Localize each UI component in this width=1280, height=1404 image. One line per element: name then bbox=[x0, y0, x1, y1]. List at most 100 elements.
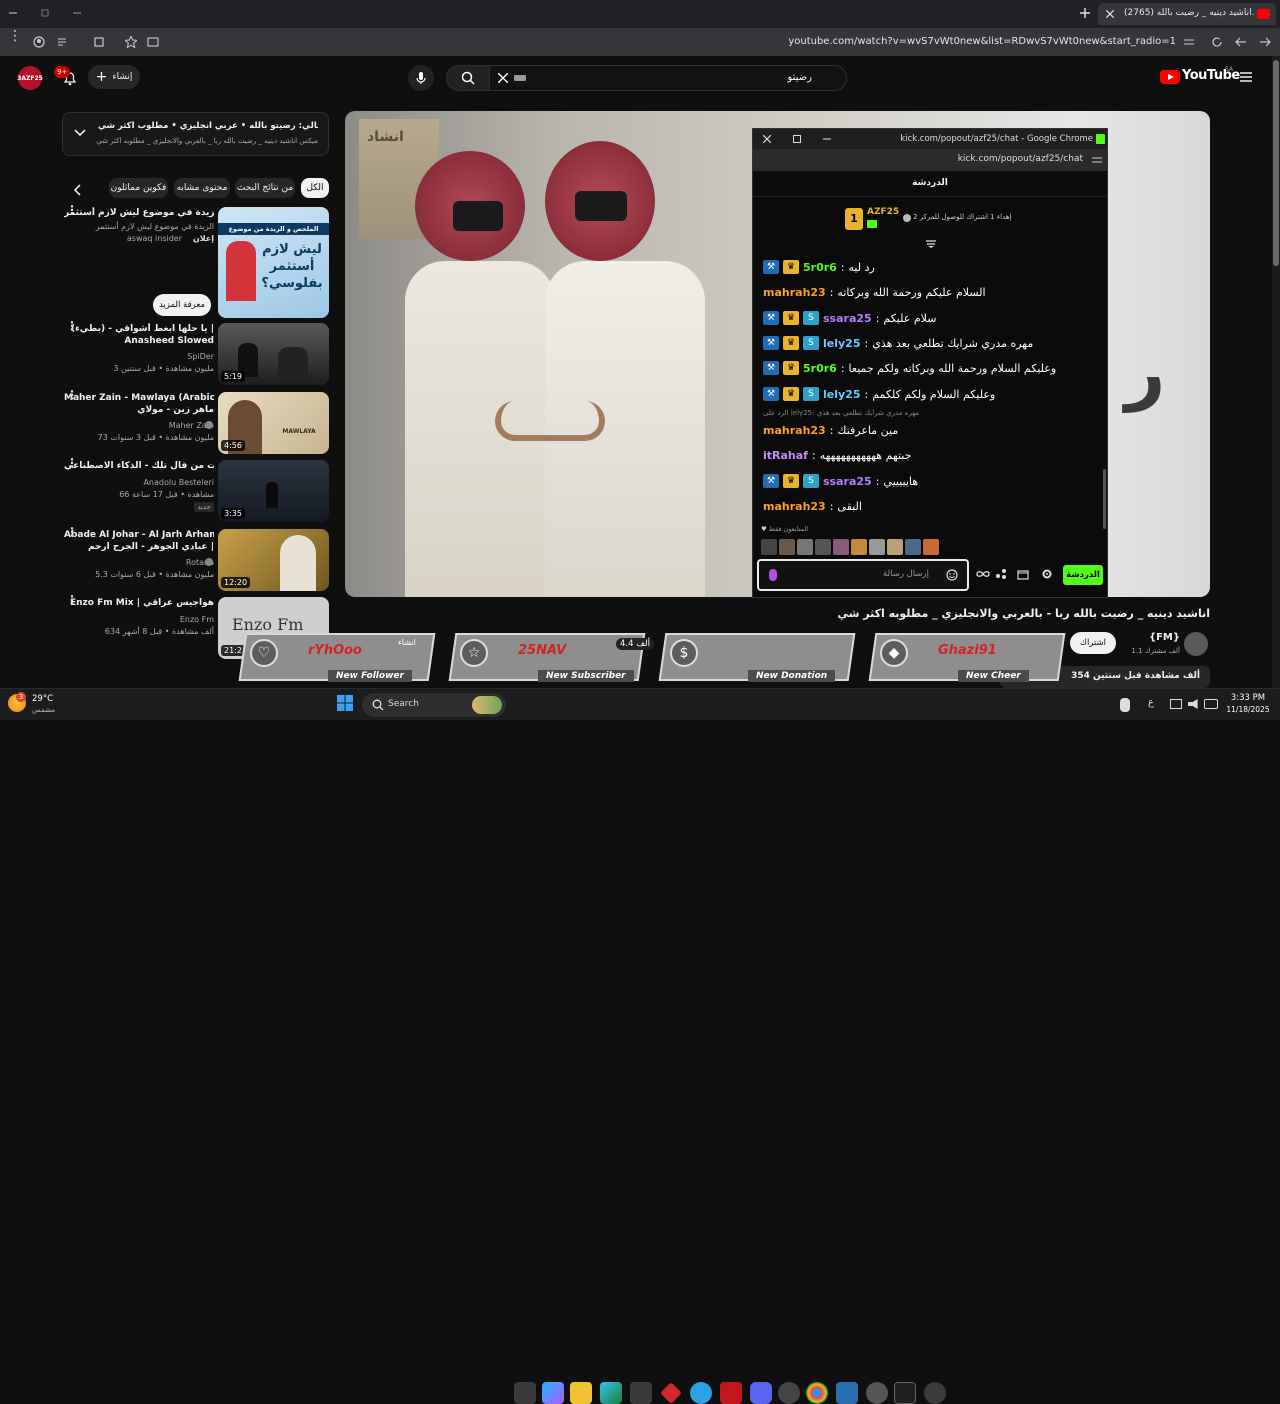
chat-message[interactable]: ⚒ ♛ 5r0r6: رد ليه bbox=[763, 257, 1103, 277]
hamburger-menu-icon[interactable] bbox=[1238, 69, 1254, 85]
edge-icon[interactable] bbox=[600, 1382, 622, 1404]
network-icon[interactable] bbox=[1170, 699, 1182, 709]
chat-message-input[interactable]: إرسال رسالة bbox=[757, 559, 969, 591]
app-red-icon[interactable] bbox=[720, 1382, 742, 1404]
emote-icon[interactable] bbox=[923, 539, 939, 555]
site-settings-icon[interactable] bbox=[1182, 35, 1196, 49]
emote-icon[interactable] bbox=[833, 539, 849, 555]
taskbar-search-box[interactable]: Search bbox=[362, 693, 506, 717]
minimize-window-icon[interactable] bbox=[6, 6, 20, 20]
file-explorer-icon[interactable] bbox=[570, 1382, 592, 1404]
new-tab-icon[interactable] bbox=[1078, 6, 1092, 20]
search-input[interactable]: رضيتو bbox=[489, 65, 847, 91]
chat-message[interactable]: ⚒ ♛ Sssara25: سلام عليكم bbox=[763, 308, 1103, 328]
avatar[interactable]: 3AZF25 bbox=[17, 66, 43, 90]
browser-menu-icon[interactable]: ⋮ bbox=[8, 29, 22, 50]
youtube-logo-icon[interactable] bbox=[1160, 70, 1180, 84]
reload-icon[interactable] bbox=[1210, 35, 1224, 49]
chat-username[interactable]: lely25 bbox=[823, 388, 860, 401]
close-window-icon[interactable] bbox=[761, 133, 773, 145]
clock-date[interactable]: 11/18/2025 bbox=[1222, 705, 1274, 714]
page-scrollbar[interactable] bbox=[1272, 56, 1280, 688]
chat-send-button[interactable]: الدردشة bbox=[1063, 565, 1103, 585]
chat-message[interactable]: mahrah23: البقى bbox=[763, 496, 1103, 516]
app-red-diamond-icon[interactable] bbox=[660, 1382, 682, 1404]
more-options-icon[interactable]: ⋮ bbox=[66, 457, 78, 476]
suggestion-thumbnail[interactable]: 3:35 bbox=[218, 460, 329, 522]
learn-more-button[interactable]: معرفة المزيد bbox=[153, 294, 211, 316]
dash-icon[interactable] bbox=[70, 6, 84, 20]
settings-gear-icon[interactable] bbox=[1039, 567, 1055, 581]
scrollbar-thumb[interactable] bbox=[1273, 60, 1279, 266]
chat-username[interactable]: mahrah23 bbox=[763, 500, 826, 513]
suggestion-item[interactable]: 12:20 Abade Al Johar - Al Jarh Arham عبا… bbox=[0, 526, 340, 591]
forward-arrow-icon[interactable] bbox=[1258, 35, 1272, 49]
store-icon[interactable] bbox=[1015, 567, 1031, 581]
app-blue-icon[interactable] bbox=[836, 1382, 858, 1404]
emote-icon[interactable] bbox=[869, 539, 885, 555]
chevron-down-icon[interactable] bbox=[73, 126, 87, 140]
suggestion-thumbnail[interactable]: 12:20 bbox=[218, 529, 329, 591]
suggestion-thumbnail[interactable]: MAWLAYA 4:56 bbox=[218, 392, 329, 454]
copilot-icon[interactable] bbox=[542, 1382, 564, 1404]
windows-start-icon[interactable] bbox=[336, 694, 356, 714]
chat-username[interactable]: lely25 bbox=[823, 337, 860, 350]
emote-icon[interactable] bbox=[797, 539, 813, 555]
voice-search-icon[interactable] bbox=[408, 65, 434, 91]
chrome-icon[interactable] bbox=[806, 1382, 828, 1404]
close-tab-icon[interactable] bbox=[1104, 8, 1116, 20]
chat-username[interactable]: 5r0r6 bbox=[803, 362, 837, 375]
obs-icon[interactable] bbox=[778, 1382, 800, 1404]
chip-related[interactable]: محتوى مشابه bbox=[174, 178, 230, 198]
clear-search-icon[interactable] bbox=[496, 71, 510, 85]
chat-username[interactable]: ssara25 bbox=[823, 475, 872, 488]
install-app-icon[interactable] bbox=[146, 35, 160, 49]
ad-thumbnail[interactable]: الملخص و الزبدة من موضوع ليش لازم أستثمر… bbox=[218, 207, 329, 318]
url-options-icon[interactable] bbox=[1091, 154, 1103, 166]
chat-message[interactable]: mahrah23: مين ماعرفتك bbox=[763, 420, 1103, 440]
emote-icon[interactable] bbox=[887, 539, 903, 555]
clock-time[interactable]: 3:33 PM bbox=[1226, 693, 1270, 703]
suggestion-item[interactable]: MAWLAYA 4:56 Maher Zain - Mawlaya (Arabi… bbox=[0, 389, 340, 454]
keyboard-icon[interactable] bbox=[514, 75, 526, 81]
chip-search-results[interactable]: من نتائج البحث bbox=[235, 178, 295, 198]
chip-all[interactable]: الكل bbox=[301, 178, 329, 198]
playlist-icon[interactable] bbox=[56, 35, 70, 49]
minimize-window-icon[interactable] bbox=[821, 133, 833, 145]
discord-icon[interactable] bbox=[750, 1382, 772, 1404]
chat-username[interactable]: ssara25 bbox=[823, 312, 872, 325]
chat-message[interactable]: ⚒ ♛ 5r0r6: وعليكم السلام ورحمة الله وبركاته… bbox=[763, 358, 1103, 378]
search-button[interactable] bbox=[446, 65, 490, 91]
more-options-icon[interactable]: ⋮ bbox=[66, 594, 78, 613]
chat-message[interactable]: ⚒ ♛ Sssara25: هايييييي bbox=[763, 471, 1103, 491]
more-options-icon[interactable]: ⋮ bbox=[66, 389, 78, 408]
chat-message[interactable]: ⚒ ♛ Slely25: وعليكم السلام ولكم كلكمم bbox=[763, 384, 1103, 404]
chat-url[interactable]: kick.com/popout/azf25/chat bbox=[853, 154, 1083, 164]
emote-icon[interactable] bbox=[761, 539, 777, 555]
chat-username[interactable]: mahrah23 bbox=[763, 424, 826, 437]
microphone-icon[interactable] bbox=[769, 569, 777, 581]
maximize-window-icon[interactable] bbox=[791, 133, 803, 145]
language-indicator[interactable]: ع bbox=[1148, 697, 1154, 708]
suggestion-item-ad[interactable]: الملخص و الزبدة من موضوع ليش لازم أستثمر… bbox=[0, 204, 340, 318]
chips-scroll-left-icon[interactable] bbox=[68, 181, 86, 199]
chat-username[interactable]: 5r0r6 bbox=[803, 261, 837, 274]
url-text[interactable]: youtube.com/watch?v=wvS7vWt0new&list=RDw… bbox=[700, 36, 1176, 47]
weather-temp[interactable]: 29°C bbox=[32, 694, 53, 704]
clip-label[interactable]: انشاء bbox=[398, 638, 416, 647]
chat-message[interactable]: itRahaf: جبتهم هههههههههههه bbox=[763, 445, 1103, 465]
bookmark-star-icon[interactable] bbox=[124, 35, 138, 49]
battery-icon[interactable] bbox=[1204, 699, 1218, 709]
emoji-icon[interactable] bbox=[945, 568, 959, 582]
chip-similar-creators[interactable]: فكوين مماثلون bbox=[109, 178, 168, 198]
store-app-icon[interactable] bbox=[630, 1382, 652, 1404]
terminal-icon[interactable] bbox=[894, 1382, 916, 1404]
telegram-icon[interactable] bbox=[690, 1382, 712, 1404]
emote-icon[interactable] bbox=[905, 539, 921, 555]
task-view-icon[interactable] bbox=[514, 1382, 536, 1404]
more-options-icon[interactable]: ⋮ bbox=[66, 526, 78, 545]
chat-username[interactable]: itRahaf bbox=[763, 449, 808, 462]
chat-message[interactable]: ⚒ ♛ Slely25: مهره مدري شرايك تطلعي بعد هذي bbox=[763, 333, 1103, 353]
infinity-icon[interactable] bbox=[975, 567, 991, 581]
emote-icon[interactable] bbox=[815, 539, 831, 555]
